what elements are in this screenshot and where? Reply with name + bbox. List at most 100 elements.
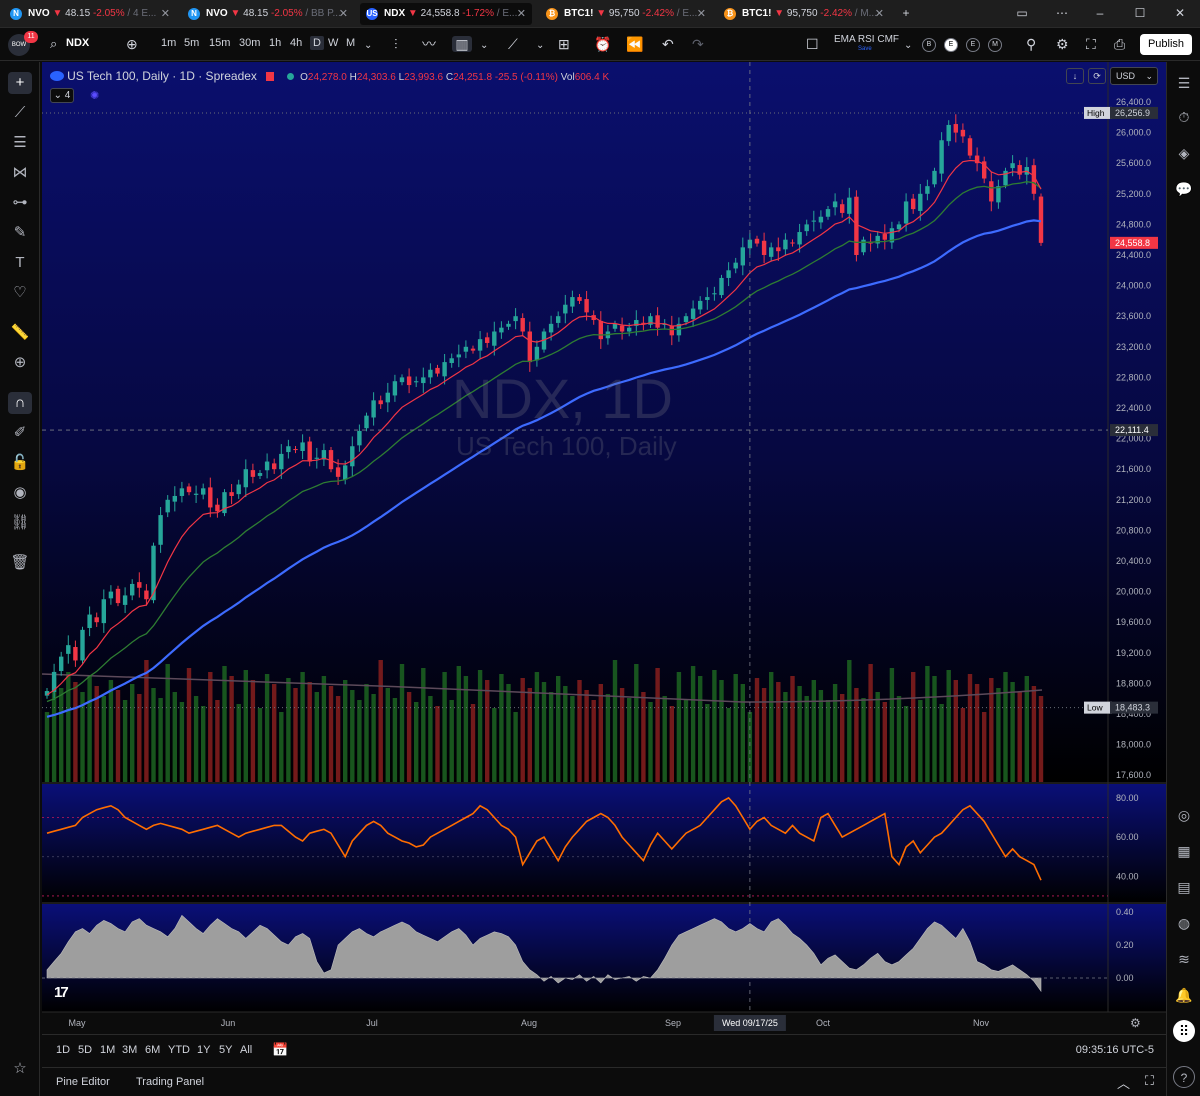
layers-icon[interactable]: ◈ xyxy=(1173,142,1195,164)
interval-15m[interactable]: 15m xyxy=(209,37,230,49)
indicators-label[interactable]: EMA RSI CMF xyxy=(834,34,899,45)
chart-type-dropdown-icon[interactable]: ⌄ xyxy=(480,38,488,54)
bell-icon[interactable]: 🔔 xyxy=(1173,984,1195,1006)
goto-date-icon[interactable]: 📅 xyxy=(272,1042,288,1058)
session-button-1[interactable]: E xyxy=(944,38,958,52)
publish-button[interactable]: Publish xyxy=(1140,34,1192,55)
minimize-icon[interactable]: – xyxy=(1092,6,1108,20)
zoom-icon[interactable]: ⊕ xyxy=(8,352,32,374)
search-icon[interactable]: ⌕ xyxy=(50,36,57,52)
tab-btc1-4[interactable]: ₿ BTC1! ▼ 95,750 -2.42% / M... ✕ xyxy=(718,3,890,25)
interval-D[interactable]: D xyxy=(310,36,324,50)
globe-icon[interactable]: ◍ xyxy=(1173,912,1195,934)
redo-icon[interactable]: ↷ xyxy=(692,36,704,52)
indicators-collapse-button[interactable]: ⌄ 4 xyxy=(50,88,74,103)
interval-4h[interactable]: 4h xyxy=(290,37,302,49)
interval-dropdown-icon[interactable]: ⌄ xyxy=(364,38,372,54)
calendar-icon[interactable]: ▦ xyxy=(1173,840,1195,862)
trash-icon[interactable]: 🗑 xyxy=(8,552,32,574)
tab-nvo-1[interactable]: N NVO ▼ 48.15 -2.05% / BB P... ✕ xyxy=(182,3,354,25)
crosshair-tool-icon[interactable]: + xyxy=(8,72,32,94)
magnet-icon[interactable]: ∩ xyxy=(8,392,32,414)
collapse-panel-icon[interactable]: ︿ xyxy=(1117,1073,1130,1092)
maximize-icon[interactable]: ☐ xyxy=(1132,6,1148,20)
close-icon[interactable]: ✕ xyxy=(875,3,884,25)
range-all[interactable]: All xyxy=(240,1044,252,1056)
session-button-0[interactable]: B xyxy=(922,38,936,52)
range-1d[interactable]: 1D xyxy=(56,1044,70,1056)
close-icon[interactable]: ✕ xyxy=(161,3,170,25)
clock[interactable]: 09:35:16 UTC-5 xyxy=(1076,1044,1154,1056)
save-label[interactable]: Save xyxy=(858,46,872,52)
tab-nvo-0[interactable]: N NVO ▼ 48.15 -2.05% / 4 E... ✕ xyxy=(4,3,176,25)
interval-30m[interactable]: 30m xyxy=(239,37,260,49)
range-3m[interactable]: 3M xyxy=(122,1044,137,1056)
time-axis-settings-icon[interactable]: ⚙ xyxy=(1130,1016,1141,1030)
close-icon[interactable]: ✕ xyxy=(517,3,526,25)
close-icon[interactable]: ✕ xyxy=(339,3,348,25)
pine-editor-tab[interactable]: Pine Editor xyxy=(56,1076,110,1088)
layout-checkbox-icon[interactable]: ☐ xyxy=(806,36,819,52)
prediction-tool-icon[interactable]: ⊶ xyxy=(8,192,32,214)
close-window-icon[interactable]: ✕ xyxy=(1172,6,1188,20)
undo-icon[interactable]: ↶ xyxy=(662,36,674,52)
close-icon[interactable]: ✕ xyxy=(697,3,706,25)
news-icon[interactable]: ▤ xyxy=(1173,876,1195,898)
candles-style-icon[interactable]: ▥ xyxy=(452,36,472,52)
range-1y[interactable]: 1Y xyxy=(197,1044,210,1056)
text-tool-icon[interactable]: T xyxy=(8,252,32,274)
range-1m[interactable]: 1M xyxy=(100,1044,115,1056)
help-icon[interactable]: ? xyxy=(1173,1066,1195,1088)
more-icon[interactable]: ⋯ xyxy=(1054,6,1070,20)
layout-icon[interactable]: ▭ xyxy=(1014,6,1030,20)
indicators-icon[interactable]: ⟋ xyxy=(508,36,518,52)
pattern-tool-icon[interactable]: ⋈ xyxy=(8,162,32,184)
templates-icon[interactable]: ⊞ xyxy=(558,36,570,52)
range-ytd[interactable]: YTD xyxy=(168,1044,190,1056)
apps-grid-icon[interactable]: ⠿ xyxy=(1173,1020,1195,1042)
interval-5m[interactable]: 5m xyxy=(184,37,199,49)
favorite-tools-icon[interactable]: ♡ xyxy=(8,282,32,304)
quick-search-icon[interactable]: ⚲ xyxy=(1026,36,1036,52)
trading-panel-tab[interactable]: Trading Panel xyxy=(136,1076,204,1088)
settings-icon[interactable]: ⚙ xyxy=(1056,36,1069,52)
link-icon[interactable]: ⛓ xyxy=(8,512,32,534)
fib-tool-icon[interactable]: ☰ xyxy=(8,132,32,154)
alerts-clock-icon[interactable]: ⏱ xyxy=(1173,106,1195,128)
line-style-icon[interactable]: 〰 xyxy=(422,36,436,52)
indicators-dropdown-icon[interactable]: ⌄ xyxy=(536,38,544,54)
target-icon[interactable]: ◎ xyxy=(1173,804,1195,826)
sync-icon[interactable]: ⟳ xyxy=(1088,68,1106,84)
alert-icon[interactable]: ⏰ xyxy=(594,36,611,52)
maximize-panel-icon[interactable]: ⛶ xyxy=(1145,1073,1154,1089)
session-button-2[interactable]: E xyxy=(966,38,980,52)
interval-1m[interactable]: 1m xyxy=(161,37,176,49)
watchlist-icon[interactable]: ☰ xyxy=(1173,72,1195,94)
bars-style-icon[interactable]: ⫶ xyxy=(394,36,398,52)
tab-btc1-3[interactable]: ₿ BTC1! ▼ 95,750 -2.42% / E... ✕ xyxy=(540,3,712,25)
chart-canvas[interactable]: 26,400.0 26,000.0 25,600.0 25,200.0 24,800.0… xyxy=(42,62,1166,1034)
chart-area[interactable]: 26,400.0 26,000.0 25,600.0 25,200.0 24,800.0… xyxy=(42,62,1166,1067)
legend-title[interactable]: US Tech 100, Daily · 1D · Spreadex xyxy=(67,69,257,83)
interval-M[interactable]: M xyxy=(346,37,355,49)
stay-drawing-icon[interactable]: ✐ xyxy=(8,422,32,444)
new-tab-icon[interactable]: + xyxy=(898,6,914,20)
interval-1h[interactable]: 1h xyxy=(269,37,281,49)
layout-dropdown-icon[interactable]: ⌄ xyxy=(904,38,912,54)
brush-tool-icon[interactable]: ✎ xyxy=(8,222,32,244)
star-icon[interactable]: ☆ xyxy=(8,1058,32,1080)
interval-W[interactable]: W xyxy=(328,37,338,49)
range-6m[interactable]: 6M xyxy=(145,1044,160,1056)
chat-icon[interactable]: 💬 xyxy=(1173,178,1195,200)
compare-symbol-icon[interactable]: ⊕ xyxy=(126,36,138,52)
stream-icon[interactable]: ≋ xyxy=(1173,948,1195,970)
symbol-search[interactable]: NDX xyxy=(66,37,89,49)
trend-line-tool-icon[interactable]: ⟋ xyxy=(8,102,32,124)
hide-drawings-icon[interactable]: ◉ xyxy=(8,482,32,504)
fullscreen-icon[interactable]: ⛶ xyxy=(1086,36,1096,52)
replay-icon[interactable]: ⏪ xyxy=(626,36,643,52)
tab-ndx-2[interactable]: US NDX ▼ 24,558.8 -1.72% / E... ✕ xyxy=(360,3,532,25)
download-icon[interactable]: ↓ xyxy=(1066,68,1084,84)
currency-select[interactable]: USD ⌄ xyxy=(1110,67,1158,85)
session-button-3[interactable]: M xyxy=(988,38,1002,52)
